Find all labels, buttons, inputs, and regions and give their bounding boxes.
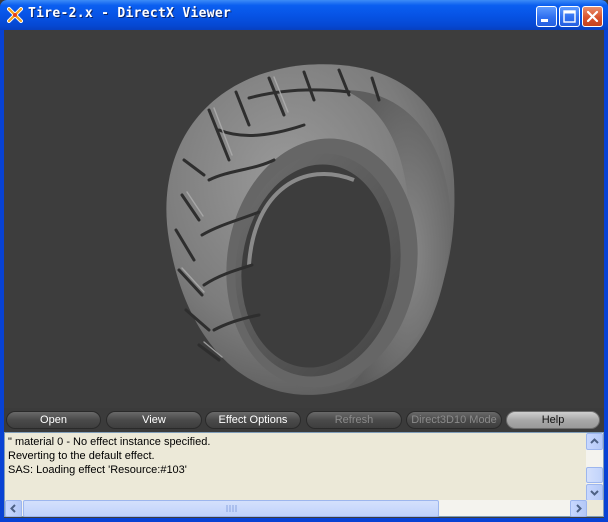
render-viewport[interactable]	[4, 30, 604, 410]
minimize-icon	[541, 19, 548, 22]
grip-icon	[226, 505, 237, 512]
arrow-right-icon	[576, 504, 582, 513]
scroll-up-button[interactable]	[586, 433, 603, 450]
scroll-left-button[interactable]	[5, 500, 22, 517]
direct3d10-mode-button[interactable]: Direct3D10 Mode	[406, 411, 502, 429]
arrow-left-icon	[10, 504, 16, 513]
scroll-down-button[interactable]	[586, 484, 603, 501]
title-bar[interactable]: Tire-2.x - DirectX Viewer	[0, 0, 608, 30]
log-line: Reverting to the default effect.	[8, 450, 155, 462]
directx-icon	[7, 7, 23, 23]
log-output[interactable]: " material 0 - No effect instance specif…	[4, 432, 604, 502]
horizontal-scroll-thumb[interactable]	[23, 500, 439, 517]
vertical-scroll-thumb[interactable]	[586, 467, 603, 483]
vertical-scrollbar[interactable]	[586, 433, 603, 501]
scroll-right-button[interactable]	[570, 500, 587, 517]
effect-options-button[interactable]: Effect Options	[205, 411, 301, 429]
log-line: " material 0 - No effect instance specif…	[8, 436, 211, 448]
arrow-up-icon	[590, 438, 599, 444]
tire-model	[166, 64, 455, 395]
close-icon	[586, 10, 599, 23]
horizontal-scrollbar[interactable]	[4, 500, 604, 517]
window-title: Tire-2.x - DirectX Viewer	[28, 6, 232, 21]
toolbar: Open View Effect Options Refresh Direct3…	[4, 408, 604, 432]
log-line: SAS: Loading effect 'Resource:#103'	[8, 464, 187, 476]
close-button[interactable]	[582, 6, 603, 27]
size-grip[interactable]	[587, 500, 603, 516]
client-area: Open View Effect Options Refresh Direct3…	[4, 30, 604, 518]
maximize-icon	[563, 10, 576, 23]
view-button[interactable]: View	[106, 411, 202, 429]
arrow-down-icon	[590, 490, 599, 496]
refresh-button[interactable]: Refresh	[306, 411, 402, 429]
maximize-button[interactable]	[559, 6, 580, 27]
open-button[interactable]: Open	[6, 411, 101, 429]
directx-viewer-window: Tire-2.x - DirectX Viewer Open View Effe…	[0, 0, 608, 522]
minimize-button[interactable]	[536, 6, 557, 27]
help-button[interactable]: Help	[506, 411, 600, 429]
